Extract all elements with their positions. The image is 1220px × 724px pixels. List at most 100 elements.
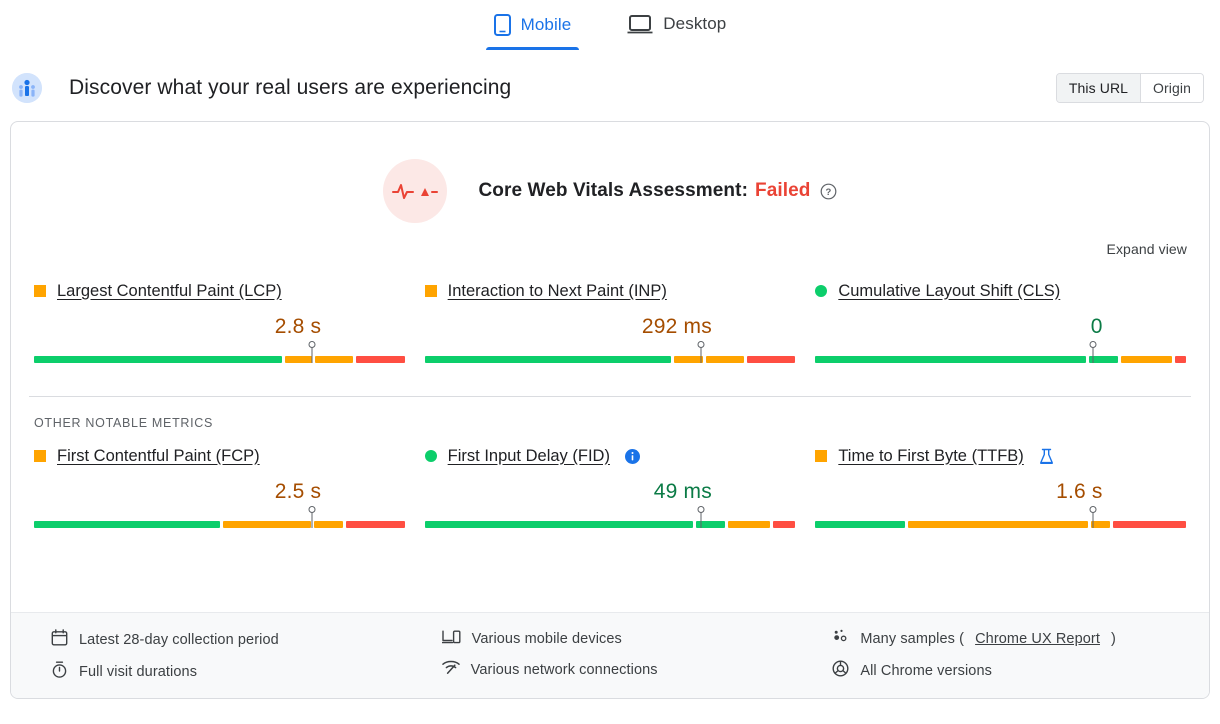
footer-item-visit-durations: Full visit durations bbox=[51, 661, 410, 682]
metric-fid: First Input Delay (FID) 49 ms bbox=[420, 444, 801, 529]
bar-segment-needs-improvement bbox=[706, 356, 744, 363]
footer-column-devices: Various mobile devices Various network c… bbox=[420, 629, 801, 682]
bar-segment-poor bbox=[773, 521, 795, 528]
metric-fcp-bar bbox=[34, 513, 405, 529]
metric-fid-value: 49 ms bbox=[425, 480, 796, 504]
bar-segment-needs-improvement bbox=[728, 521, 770, 528]
metric-lcp-value: 2.8 s bbox=[34, 315, 405, 339]
bar-segment-good bbox=[34, 356, 282, 363]
metric-cls-bar bbox=[815, 348, 1186, 364]
field-data-card: Core Web Vitals Assessment: Failed ? Exp… bbox=[10, 121, 1210, 699]
metric-inp-value: 292 ms bbox=[425, 315, 796, 339]
bar-segment-poor bbox=[356, 356, 405, 363]
tab-desktop[interactable]: Desktop bbox=[619, 8, 734, 48]
chrome-ux-report-link[interactable]: Chrome UX Report bbox=[975, 631, 1100, 647]
bar-segment-needs-improvement bbox=[908, 521, 1088, 528]
metric-ttfb-label[interactable]: Time to First Byte (TTFB) bbox=[838, 447, 1023, 466]
expand-view-button[interactable]: Expand view bbox=[1107, 241, 1187, 257]
status-square-icon bbox=[815, 450, 827, 462]
metric-inp: Interaction to Next Paint (INP) 292 ms bbox=[420, 279, 801, 364]
metric-cls-label[interactable]: Cumulative Layout Shift (CLS) bbox=[838, 282, 1060, 301]
samples-dots-icon bbox=[832, 629, 849, 649]
metric-fcp-label[interactable]: First Contentful Paint (FCP) bbox=[57, 447, 260, 466]
core-metrics-grid: Largest Contentful Paint (LCP) 2.8 s Int… bbox=[11, 279, 1209, 364]
page-title: Discover what your real users are experi… bbox=[69, 76, 511, 100]
metric-lcp-pin-marker bbox=[311, 345, 312, 363]
bar-segment-needs-improvement bbox=[674, 356, 703, 363]
metric-ttfb-bar bbox=[815, 513, 1186, 529]
real-users-avatar-icon bbox=[12, 73, 42, 103]
footer-item-collection-period: Latest 28-day collection period bbox=[51, 629, 410, 650]
experimental-flask-icon[interactable] bbox=[1039, 448, 1054, 465]
status-badge: Failed bbox=[755, 180, 811, 202]
footer-devices-text: Various mobile devices bbox=[472, 631, 622, 647]
devices-icon bbox=[442, 629, 461, 649]
network-wifi-icon bbox=[442, 660, 460, 679]
metric-fid-bar bbox=[425, 513, 796, 529]
tab-desktop-label: Desktop bbox=[663, 14, 726, 34]
help-circle-icon[interactable]: ? bbox=[820, 183, 837, 200]
bar-segment-needs-improvement bbox=[315, 356, 353, 363]
metric-fcp-pin-marker bbox=[311, 510, 312, 528]
footer-item-chrome-versions: All Chrome versions bbox=[832, 660, 1191, 681]
metric-lcp-label[interactable]: Largest Contentful Paint (LCP) bbox=[57, 282, 282, 301]
discover-header: Discover what your real users are experi… bbox=[0, 58, 1220, 118]
metric-inp-head: Interaction to Next Paint (INP) bbox=[425, 279, 796, 303]
bar-segment-poor bbox=[1113, 521, 1186, 528]
failed-pulse-icon bbox=[383, 159, 447, 223]
expand-view-row: Expand view bbox=[11, 223, 1209, 257]
metric-inp-label[interactable]: Interaction to Next Paint (INP) bbox=[448, 282, 667, 301]
bar-segment-good bbox=[815, 356, 1085, 363]
metric-lcp-head: Largest Contentful Paint (LCP) bbox=[34, 279, 405, 303]
info-icon[interactable] bbox=[625, 449, 640, 464]
metric-fid-head: First Input Delay (FID) bbox=[425, 444, 796, 468]
footer-collection-period-text: Latest 28-day collection period bbox=[79, 632, 279, 648]
status-square-icon bbox=[34, 450, 46, 462]
bar-segment-needs-improvement bbox=[285, 356, 312, 363]
bar-segment-poor bbox=[1175, 356, 1186, 363]
bar-segment-poor bbox=[747, 356, 796, 363]
metric-ttfb-pin-marker bbox=[1093, 510, 1094, 528]
metric-lcp-bar bbox=[34, 348, 405, 364]
chrome-icon bbox=[832, 660, 849, 681]
footer-visit-durations-text: Full visit durations bbox=[79, 664, 197, 680]
scope-toggle-group: This URL Origin bbox=[1056, 73, 1204, 103]
metric-fid-label[interactable]: First Input Delay (FID) bbox=[448, 447, 610, 466]
bar-segment-good bbox=[34, 521, 220, 528]
metric-fid-pin-marker bbox=[700, 510, 701, 528]
footer-column-samples: Many samples (Chrome UX Report) All Chro… bbox=[810, 629, 1191, 682]
metric-ttfb: Time to First Byte (TTFB) 1.6 s bbox=[810, 444, 1191, 529]
metric-fcp-head: First Contentful Paint (FCP) bbox=[34, 444, 405, 468]
footer-samples-text-after: ) bbox=[1111, 631, 1116, 647]
bar-segment-needs-improvement bbox=[1091, 521, 1109, 528]
other-metrics-grid: First Contentful Paint (FCP) 2.5 s First… bbox=[11, 444, 1209, 529]
metric-cls-pin-marker bbox=[1093, 345, 1094, 363]
bar-segment-needs-improvement bbox=[223, 521, 311, 528]
bar-segment-needs-improvement bbox=[314, 521, 343, 528]
metric-inp-bar bbox=[425, 348, 796, 364]
metric-fcp: First Contentful Paint (FCP) 2.5 s bbox=[29, 444, 410, 529]
footer-network-text: Various network connections bbox=[471, 662, 658, 678]
metric-cls-head: Cumulative Layout Shift (CLS) bbox=[815, 279, 1186, 303]
footer-column-collection: Latest 28-day collection period Full vis… bbox=[29, 629, 410, 682]
status-square-icon bbox=[425, 285, 437, 297]
metric-ttfb-value: 1.6 s bbox=[815, 480, 1186, 504]
tab-mobile[interactable]: Mobile bbox=[486, 8, 580, 50]
core-web-vitals-assessment: Core Web Vitals Assessment: Failed ? bbox=[11, 122, 1209, 223]
scope-toggle-origin[interactable]: Origin bbox=[1140, 74, 1203, 102]
footer-item-devices: Various mobile devices bbox=[442, 629, 801, 649]
calendar-icon bbox=[51, 629, 68, 650]
metric-cls-value: 0 bbox=[815, 315, 1186, 339]
scope-toggle-this-url[interactable]: This URL bbox=[1057, 74, 1140, 102]
metric-lcp: Largest Contentful Paint (LCP) 2.8 s bbox=[29, 279, 410, 364]
assessment-label: Core Web Vitals Assessment: bbox=[478, 180, 748, 202]
bar-segment-needs-improvement bbox=[1121, 356, 1172, 363]
desktop-laptop-icon bbox=[627, 14, 653, 34]
other-notable-metrics-heading: OTHER NOTABLE METRICS bbox=[11, 397, 1209, 430]
card-footer: Latest 28-day collection period Full vis… bbox=[11, 612, 1209, 698]
status-square-icon bbox=[34, 285, 46, 297]
svg-text:?: ? bbox=[825, 187, 831, 198]
footer-chrome-versions-text: All Chrome versions bbox=[860, 663, 992, 679]
assessment-text: Core Web Vitals Assessment: Failed ? bbox=[478, 180, 836, 202]
status-circle-icon bbox=[815, 285, 827, 297]
